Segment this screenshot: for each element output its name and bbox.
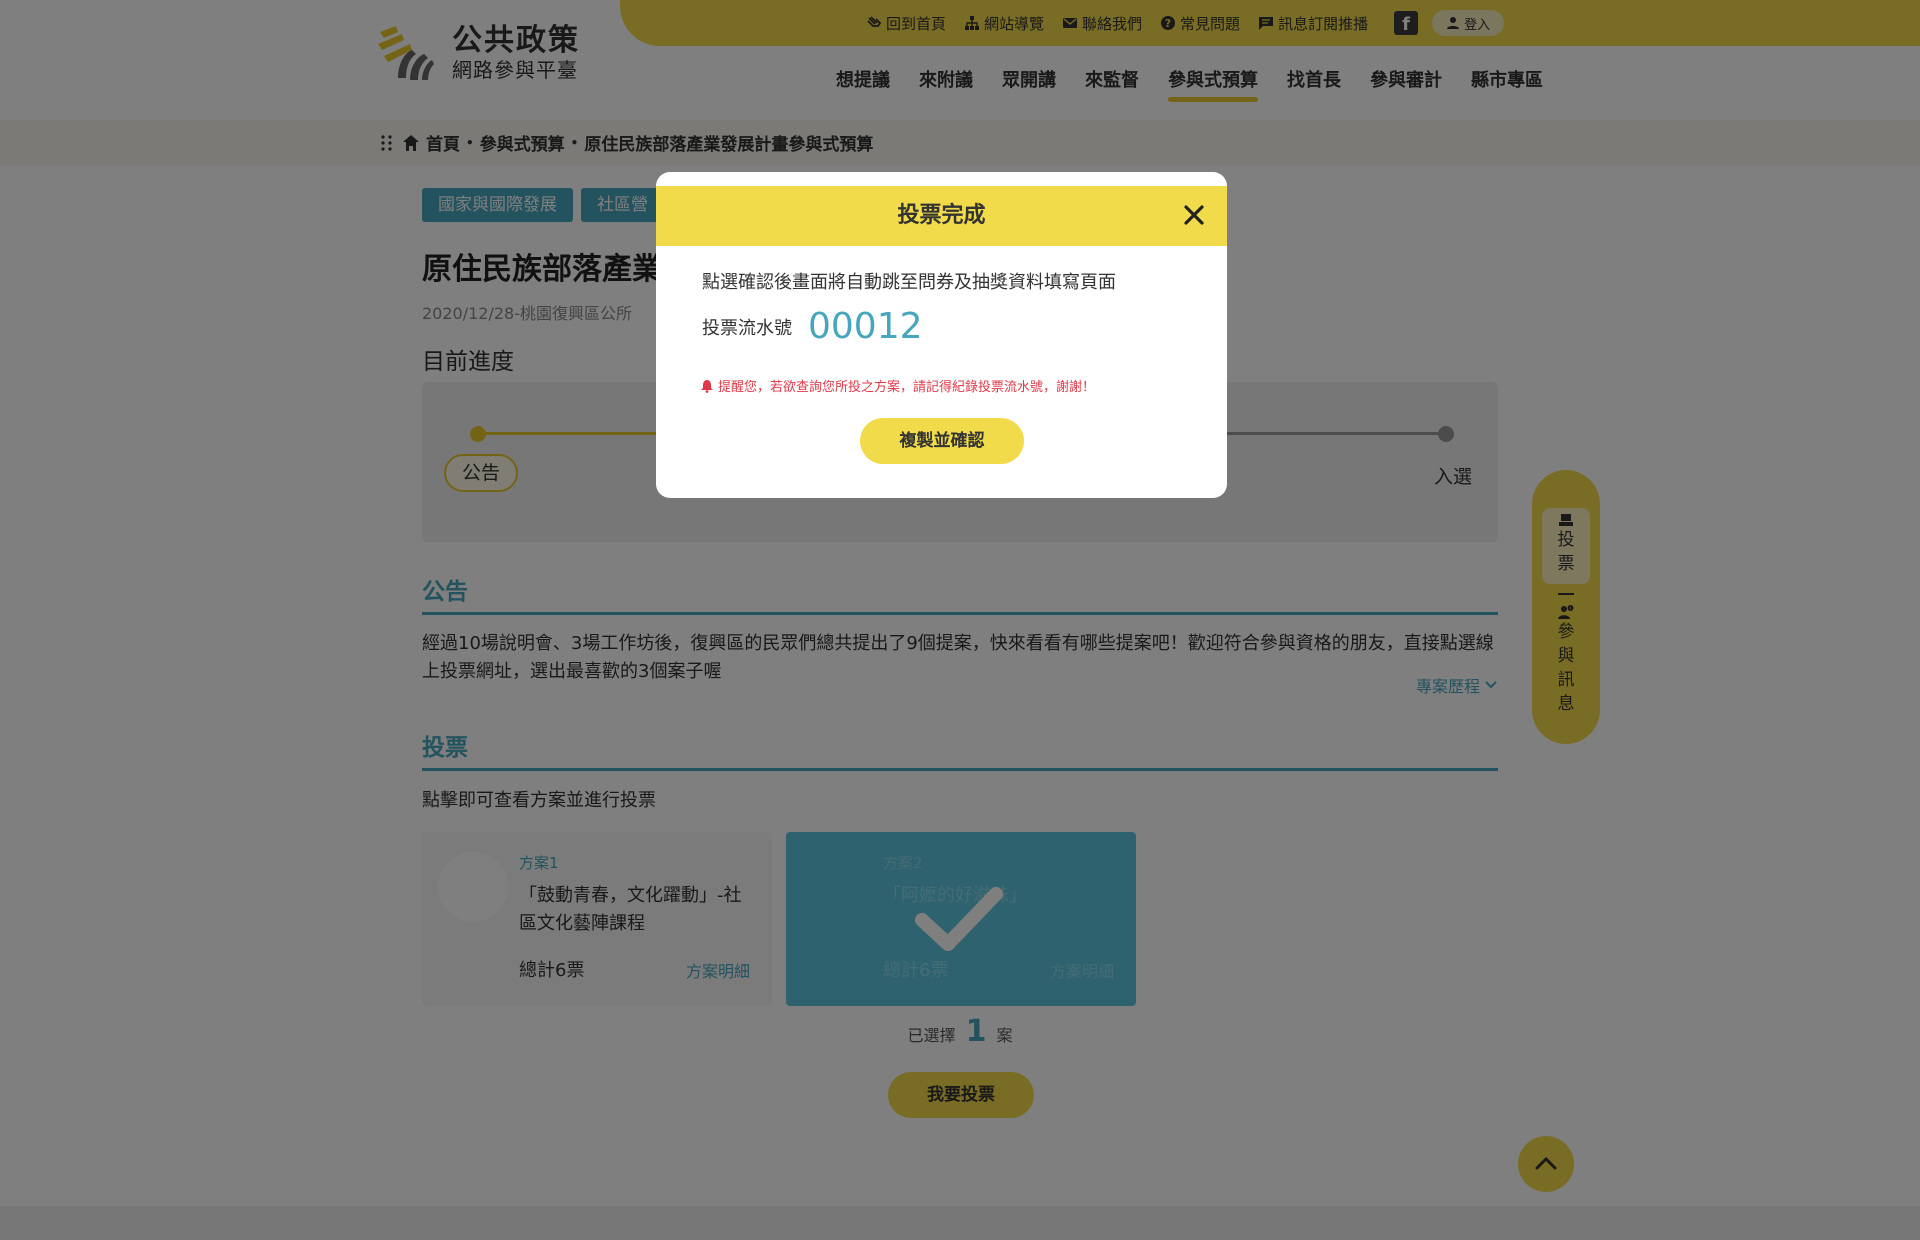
serial-label: 投票流水號 (702, 317, 792, 339)
copy-confirm-button[interactable]: 複製並確認 (860, 418, 1024, 464)
vote-complete-dialog: 投票完成 點選確認後畫面將自動跳至問券及抽獎資料填寫頁面 投票流水號 00012… (656, 172, 1227, 498)
reminder-label: 提醒您，若欲查詢您所投之方案，請記得紀錄投票流水號，謝謝！ (718, 380, 1096, 395)
serial-row: 投票流水號 00012 (702, 306, 923, 347)
serial-number: 00012 (808, 306, 923, 347)
dialog-header: 投票完成 (656, 186, 1227, 246)
reminder-text: 提醒您，若欲查詢您所投之方案，請記得紀錄投票流水號，謝謝！ (700, 376, 1095, 395)
dialog-title: 投票完成 (897, 203, 986, 228)
close-icon (1184, 205, 1204, 225)
bell-icon (701, 379, 713, 393)
close-button[interactable] (1181, 202, 1207, 228)
dialog-description: 點選確認後畫面將自動跳至問券及抽獎資料填寫頁面 (702, 272, 1116, 293)
